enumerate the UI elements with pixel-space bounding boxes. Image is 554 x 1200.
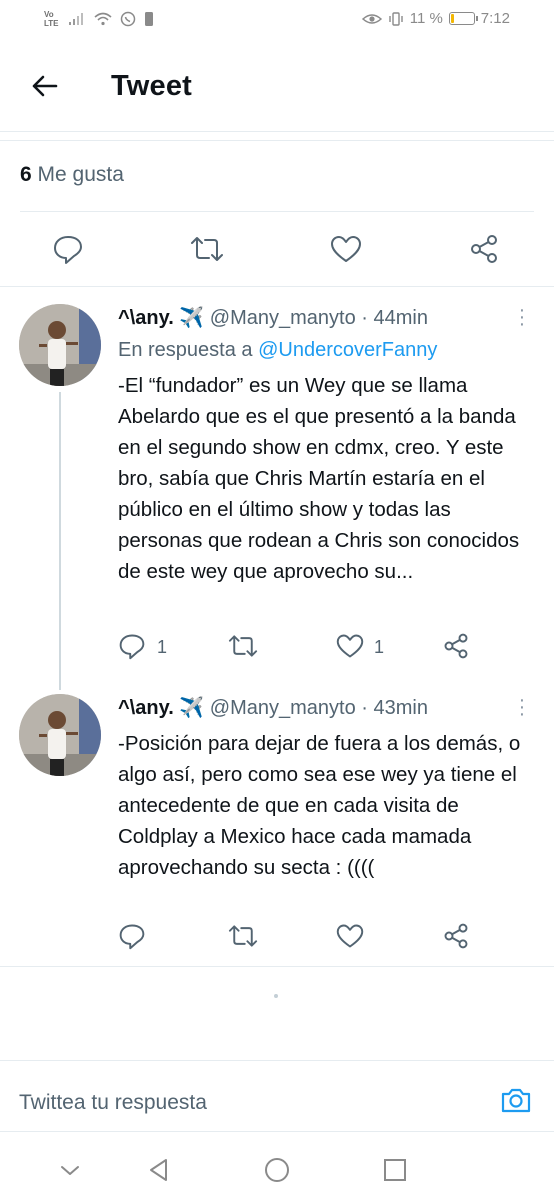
- like-icon[interactable]: [330, 233, 362, 265]
- user-handle[interactable]: @Many_manyto: [210, 307, 356, 329]
- share-icon[interactable]: [442, 922, 470, 950]
- tweet-divider-top: [0, 140, 554, 141]
- tweet-header: ^\any. ✈️ @Many_manyto · 44min: [118, 305, 428, 330]
- display-name[interactable]: ^\any. ✈️: [118, 697, 204, 719]
- reply-to-line: En respuesta a @UndercoverFanny: [118, 339, 437, 362]
- avatar[interactable]: [19, 304, 101, 386]
- display-name[interactable]: ^\any. ✈️: [118, 307, 204, 329]
- reply-composer[interactable]: Twittea tu respuesta: [0, 1060, 554, 1132]
- main-tweet-divider: [0, 286, 554, 287]
- reply-icon[interactable]: [118, 632, 146, 660]
- likes-divider: [20, 211, 534, 212]
- avatar[interactable]: [19, 694, 101, 776]
- clock: 7:12: [480, 10, 510, 27]
- device-icon: [145, 12, 153, 26]
- likes-summary[interactable]: 6 Me gusta: [20, 163, 124, 187]
- signal-icon: [69, 13, 83, 25]
- tweet-text: -Posición para dejar de fuera a los demá…: [118, 732, 521, 879]
- reply-icon[interactable]: [118, 922, 146, 950]
- status-right: 11 % 7:12: [361, 10, 510, 27]
- wifi-icon: [94, 12, 112, 26]
- reply-to-prefix: En respuesta a: [118, 339, 253, 361]
- user-handle[interactable]: @Many_manyto: [210, 697, 356, 719]
- avatar-photo: [19, 694, 101, 776]
- share-icon[interactable]: [442, 632, 470, 660]
- retweet-icon[interactable]: [228, 922, 258, 950]
- eye-comfort-icon: [361, 13, 382, 24]
- vibrate-icon: [389, 11, 403, 26]
- thread-line: [59, 392, 61, 690]
- header-divider: [0, 131, 554, 132]
- tweet-text: -El “fundador” es un Wey que se llama Ab…: [118, 374, 520, 583]
- reply-icon[interactable]: [52, 233, 84, 265]
- home-circle-icon[interactable]: [263, 1156, 291, 1184]
- retweet-icon[interactable]: [190, 233, 224, 265]
- app-header: Tweet: [0, 50, 554, 128]
- status-bar: Vo LTE 11 % 7:12: [0, 0, 554, 44]
- battery-percent: 11 %: [409, 10, 443, 27]
- battery-icon: [448, 12, 478, 25]
- page-title: Tweet: [111, 70, 193, 102]
- share-icon[interactable]: [468, 233, 500, 265]
- loading-indicator: [274, 994, 278, 998]
- likes-count: 6: [20, 163, 32, 186]
- system-nav-bar: [0, 1140, 554, 1200]
- likes-label: Me gusta: [37, 163, 124, 186]
- battery-level: [450, 14, 454, 23]
- chevron-down-icon[interactable]: [56, 1156, 84, 1184]
- like-count: 1: [374, 637, 385, 657]
- like-icon[interactable]: [336, 632, 364, 660]
- whatsapp-icon: [120, 11, 136, 27]
- like-icon[interactable]: [336, 922, 364, 950]
- thread-divider: [0, 966, 554, 967]
- reply-to-handle[interactable]: @UndercoverFanny: [258, 339, 437, 361]
- tweet-header: ^\any. ✈️ @Many_manyto · 43min: [118, 695, 428, 720]
- more-options-icon[interactable]: · · ·: [516, 300, 528, 334]
- more-options-icon[interactable]: · · ·: [516, 690, 528, 724]
- arrow-left-icon[interactable]: [28, 70, 60, 102]
- avatar-photo: [19, 304, 101, 386]
- carrier-label: Vo LTE: [44, 10, 59, 28]
- camera-icon[interactable]: [500, 1084, 532, 1116]
- recents-square-icon[interactable]: [381, 1156, 409, 1184]
- tweet-time: · 44min: [361, 307, 428, 329]
- retweet-icon[interactable]: [228, 632, 258, 660]
- status-left: Vo LTE: [44, 10, 154, 28]
- reply-count: 1: [157, 637, 168, 657]
- reply-input[interactable]: Twittea tu respuesta: [19, 1091, 207, 1115]
- tweet-time: · 43min: [361, 697, 428, 719]
- back-triangle-icon[interactable]: [145, 1156, 173, 1184]
